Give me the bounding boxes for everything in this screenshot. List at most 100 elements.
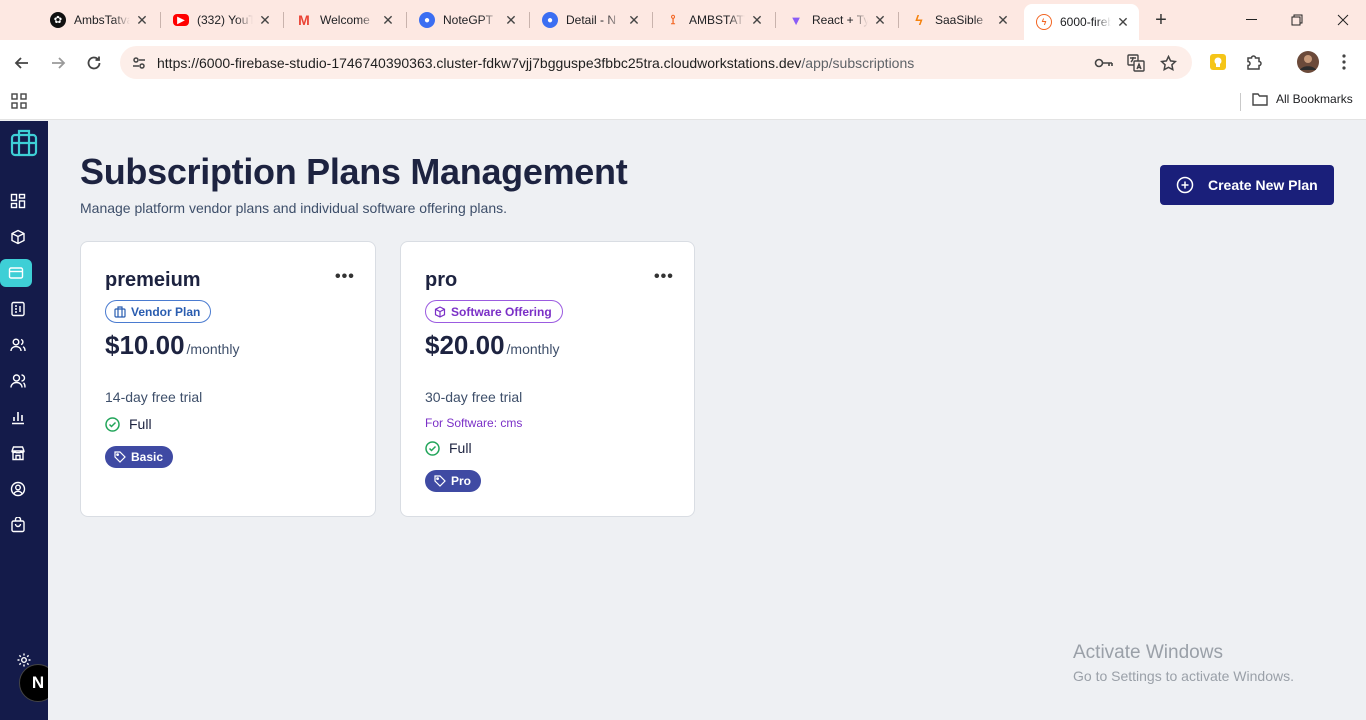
globe-icon: ● (542, 12, 558, 28)
vite-icon: ▼ (789, 12, 803, 28)
close-tab-icon[interactable]: ✕ (872, 12, 888, 28)
windows-activation-watermark: Activate Windows Go to Settings to activ… (1073, 642, 1294, 684)
feature-item: Full (105, 416, 152, 432)
browser-tab[interactable]: ● Detail - N ✕ (530, 4, 650, 36)
browser-toolbar: https://6000-firebase-studio-17467403903… (0, 40, 1366, 85)
new-tab-button[interactable]: + (1150, 9, 1172, 31)
reload-button[interactable] (80, 49, 108, 77)
building-icon (114, 305, 126, 318)
profile-avatar[interactable] (1297, 51, 1319, 73)
check-circle-icon (105, 416, 120, 432)
plan-type-badge: Vendor Plan (105, 300, 212, 323)
close-tab-icon[interactable]: ✕ (995, 12, 1011, 28)
shopping-bag-icon (11, 517, 25, 533)
trial-text: 14-day free trial (105, 389, 203, 405)
check-circle-icon (425, 440, 440, 456)
back-button[interactable] (8, 49, 36, 77)
plan-name: pro (425, 269, 458, 291)
sidebar-item-subscriptions[interactable] (0, 259, 32, 287)
plan-card: pro ••• Software Offering $20.00 /monthl… (400, 241, 695, 517)
sidebar-item-orders[interactable] (4, 511, 32, 539)
plan-name: premeium (105, 269, 201, 291)
app-logo-icon[interactable] (10, 129, 38, 157)
sidebar-item-profile[interactable] (4, 475, 32, 503)
close-tab-icon[interactable]: ✕ (626, 12, 642, 28)
browser-tab-active[interactable]: ϟ 6000-firebase ✕ (1024, 4, 1139, 40)
invoice-icon (11, 301, 25, 317)
bookmarks-bar: All Bookmarks (0, 85, 1366, 120)
more-options-icon[interactable]: ••• (335, 268, 354, 288)
plan-period: /monthly (186, 341, 240, 357)
tag-icon (114, 451, 126, 463)
browser-tab[interactable]: ▼ React + TypeScript ✕ (776, 4, 896, 36)
keep-extension-icon[interactable] (1208, 52, 1228, 72)
all-bookmarks-button[interactable]: All Bookmarks (1252, 92, 1353, 106)
software-link-text: For Software: cms (425, 416, 523, 430)
restore-button[interactable] (1274, 0, 1320, 40)
feature-item: Full (425, 440, 472, 456)
notegpt-icon: ● (419, 12, 435, 28)
credit-card-icon (8, 267, 24, 279)
browser-tab[interactable]: ϟ SaaSible ✕ (899, 4, 1019, 36)
page-subtitle: Manage platform vendor plans and individ… (80, 200, 507, 216)
close-tab-icon[interactable]: ✕ (134, 12, 150, 28)
browser-tab[interactable]: ✿ AmbsTatva ✕ (38, 4, 158, 36)
plan-tag: Basic (105, 446, 174, 468)
close-tab-icon[interactable]: ✕ (1115, 14, 1131, 30)
sidebar-item-invoices[interactable] (4, 295, 32, 323)
password-key-icon[interactable] (1094, 53, 1114, 73)
bookmark-star-icon[interactable] (1158, 53, 1178, 73)
sidebar-item-marketplace[interactable] (4, 439, 32, 467)
forward-button[interactable] (44, 49, 72, 77)
browser-menu-icon[interactable] (1334, 52, 1354, 72)
sidebar-item-products[interactable] (4, 223, 32, 251)
browser-tab[interactable]: ▶ (332) YouTube ✕ (161, 4, 281, 36)
browser-tab[interactable]: M Welcome ✕ (284, 4, 404, 36)
sidebar-item-users[interactable] (4, 331, 32, 359)
user-group-icon (10, 374, 26, 388)
trial-text: 30-day free trial (425, 389, 523, 405)
tag-icon (434, 475, 446, 487)
url-text: https://6000-firebase-studio-17467403903… (157, 55, 915, 71)
store-icon (11, 446, 25, 461)
extensions-puzzle-icon[interactable] (1244, 52, 1264, 72)
minimize-button[interactable] (1228, 0, 1274, 40)
close-tab-icon[interactable]: ✕ (749, 12, 765, 28)
package-icon (434, 305, 446, 318)
browser-tab[interactable]: ● NoteGPT ✕ (407, 4, 527, 36)
users-icon (10, 338, 26, 352)
address-bar[interactable]: https://6000-firebase-studio-17467403903… (120, 46, 1192, 79)
firebase-icon: ϟ (915, 12, 923, 28)
sidebar-item-analytics[interactable] (4, 403, 32, 431)
plan-period: /monthly (506, 341, 560, 357)
plan-tag: Pro (425, 470, 482, 492)
reload-icon (87, 56, 101, 70)
sidebar-item-dashboard[interactable] (4, 187, 32, 215)
price-row: $10.00 /monthly (105, 330, 239, 361)
sidebar-item-vendors[interactable] (4, 367, 32, 395)
dashboard-icon (10, 193, 26, 209)
plan-price: $20.00 (425, 330, 505, 360)
page-title: Subscription Plans Management (80, 151, 628, 192)
folder-icon (1252, 93, 1268, 106)
apps-grid-icon[interactable] (11, 93, 29, 111)
site-settings-icon[interactable] (128, 52, 150, 74)
close-window-button[interactable] (1320, 0, 1366, 40)
browser-tab[interactable]: ⟟ AMBSTATVA ✕ (653, 4, 773, 36)
translate-icon[interactable] (1126, 53, 1146, 73)
bar-chart-icon (12, 412, 24, 425)
chatgpt-icon: ✿ (50, 12, 66, 28)
price-row: $20.00 /monthly (425, 330, 559, 361)
create-new-plan-button[interactable]: Create New Plan (1160, 165, 1334, 205)
browser-tab-strip: ✿ AmbsTatva ✕ ▶ (332) YouTube ✕ M Welcom… (0, 0, 1366, 40)
plus-circle-icon (1176, 176, 1194, 194)
close-tab-icon[interactable]: ✕ (257, 12, 273, 28)
close-tab-icon[interactable]: ✕ (503, 12, 519, 28)
close-tab-icon[interactable]: ✕ (380, 12, 396, 28)
box-icon (11, 229, 25, 245)
arrow-left-icon (14, 57, 28, 69)
gmail-icon: M (298, 12, 310, 28)
more-options-icon[interactable]: ••• (654, 268, 673, 288)
plan-card: premeium ••• Vendor Plan $10.00 /monthly… (80, 241, 376, 517)
firebase-studio-icon: ϟ (1036, 14, 1052, 30)
